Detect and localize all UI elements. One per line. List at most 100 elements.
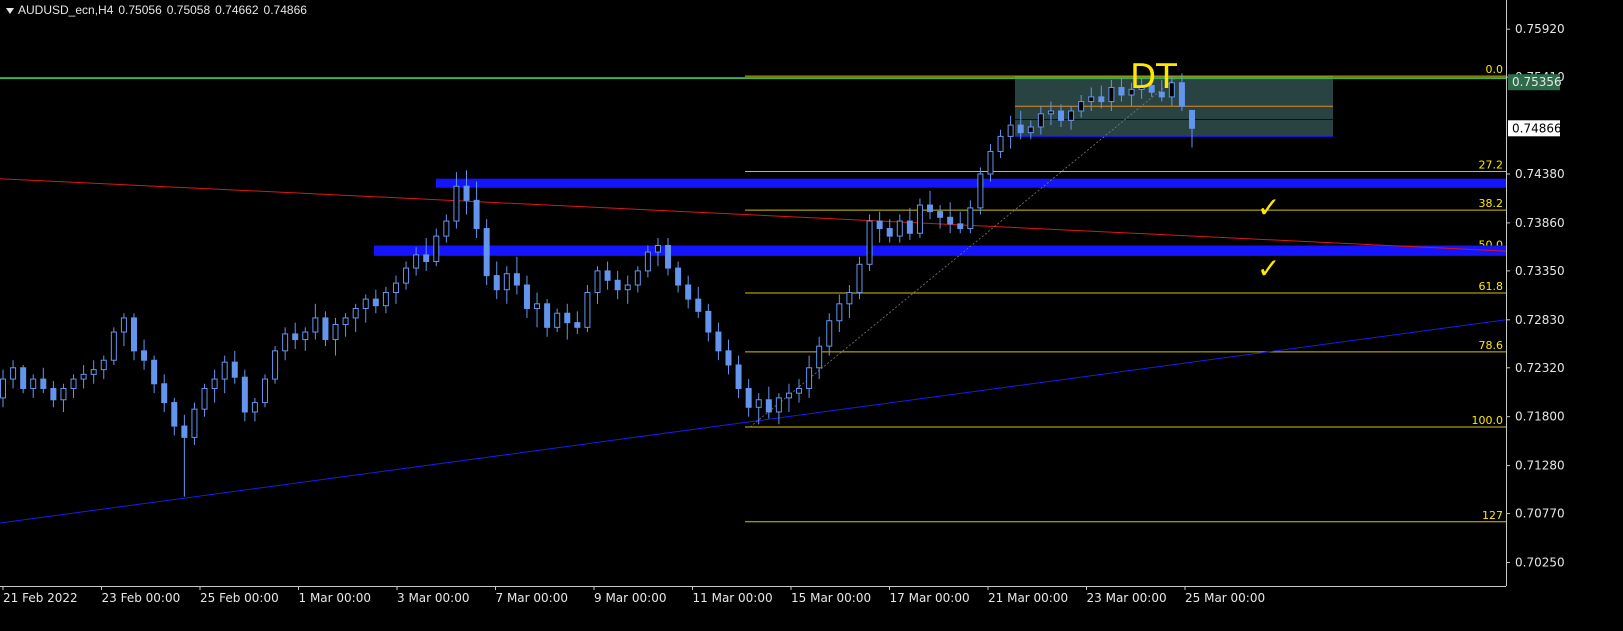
candle-body — [846, 292, 853, 305]
candle-body — [80, 373, 87, 380]
candle-body — [1108, 86, 1115, 103]
price-label-text: 0.75356 — [1512, 75, 1562, 89]
price-tick-label: 0.75920 — [1515, 22, 1565, 36]
candle-body — [977, 173, 984, 209]
candle-body — [1078, 101, 1085, 112]
price-tick-label: 0.74380 — [1515, 167, 1565, 181]
candle-body — [322, 317, 329, 341]
candle-body — [1037, 113, 1044, 128]
support-zone — [436, 178, 1506, 188]
candle-body — [241, 376, 248, 413]
candle-body — [604, 270, 611, 281]
candle-body — [564, 312, 571, 324]
candle-body — [50, 387, 57, 401]
candle-body — [1098, 96, 1105, 103]
candle-body — [534, 303, 541, 310]
candle-body — [947, 216, 954, 225]
time-tick-label: 21 Mar 00:00 — [988, 591, 1068, 605]
price-tick-label: 0.72830 — [1515, 313, 1565, 327]
time-tick-label: 9 Mar 00:00 — [594, 591, 667, 605]
candle-body — [785, 392, 792, 399]
time-tick-label: 1 Mar 00:00 — [299, 591, 372, 605]
candle-body — [403, 267, 410, 284]
price-tick-label: 0.70250 — [1515, 555, 1565, 569]
fib-level-label: 127 — [1482, 509, 1503, 522]
candle-body — [342, 317, 349, 326]
candle-body — [957, 223, 964, 230]
candle-body — [483, 228, 490, 277]
candle-body — [685, 284, 692, 300]
candle-body — [886, 228, 893, 237]
price-tick-label: 0.71800 — [1515, 410, 1565, 424]
dt-annotation: DT — [1130, 57, 1177, 97]
candle-body — [332, 324, 339, 341]
candle-body — [473, 199, 480, 230]
candle-body — [171, 402, 178, 427]
candle-body — [130, 317, 137, 352]
price-tick-label: 0.70770 — [1515, 507, 1565, 521]
candle-body — [20, 367, 27, 389]
fib-level-label: 61.8 — [1479, 280, 1504, 293]
candle-body — [584, 292, 591, 328]
fib-level-label: 78.6 — [1479, 339, 1504, 352]
fib-level-label: 0.0 — [1486, 63, 1504, 76]
candle-body — [654, 244, 661, 253]
candle-body — [503, 273, 510, 291]
candle-body — [916, 204, 923, 234]
candle-body — [413, 254, 420, 269]
time-tick-label: 11 Mar 00:00 — [693, 591, 773, 605]
candle-body — [826, 320, 833, 347]
candle-body — [665, 244, 672, 269]
candle-body — [715, 331, 722, 352]
time-tick-label: 17 Mar 00:00 — [890, 591, 970, 605]
candle-body — [927, 204, 934, 213]
candle-body — [856, 263, 863, 294]
candle-body — [544, 303, 551, 328]
candle-body — [554, 312, 561, 328]
candle-body — [261, 378, 268, 404]
time-tick-label: 23 Feb 00:00 — [102, 591, 181, 605]
candle-body — [816, 345, 823, 369]
candle-body — [1007, 124, 1014, 137]
candle-body — [443, 220, 450, 237]
candle-body — [382, 292, 389, 307]
candle-body — [392, 282, 399, 294]
candle-body — [463, 185, 470, 201]
candle-body — [775, 397, 782, 413]
checkmark-annotation: ✓ — [1257, 191, 1280, 224]
candle-body — [906, 220, 913, 234]
candle-body — [0, 378, 6, 399]
fib-level-label: 38.2 — [1479, 197, 1504, 210]
candle-body — [231, 361, 238, 378]
checkmark-annotation: ✓ — [1257, 252, 1280, 285]
price-tick-label: 0.72320 — [1515, 361, 1565, 375]
time-tick-label: 23 Mar 00:00 — [1087, 591, 1167, 605]
candle-body — [1047, 110, 1054, 115]
candle-body — [796, 387, 803, 394]
candle-body — [705, 310, 712, 333]
candle-body — [725, 350, 732, 366]
price-tick-label: 0.73350 — [1515, 264, 1565, 278]
candle-body — [624, 284, 631, 291]
candle-body — [1178, 82, 1185, 107]
candle-body — [151, 359, 158, 385]
candle-body — [362, 298, 369, 310]
candle-body — [251, 402, 258, 413]
candle-body — [997, 135, 1004, 152]
candle-body — [433, 235, 440, 262]
time-tick-label: 15 Mar 00:00 — [791, 591, 871, 605]
fib-level-label: 100.0 — [1472, 414, 1504, 427]
candle-body — [10, 367, 17, 380]
candle-body — [90, 369, 97, 375]
candle-body — [806, 367, 813, 389]
candle-body — [60, 387, 67, 401]
candle-body — [201, 387, 208, 410]
price-chart[interactable]: 0.759200.754100.743800.738600.733500.728… — [0, 0, 1623, 631]
candle-body — [272, 350, 279, 380]
time-tick-label: 7 Mar 00:00 — [496, 591, 569, 605]
candle-body — [614, 279, 621, 291]
time-tick-label: 3 Mar 00:00 — [397, 591, 470, 605]
candle-body — [372, 298, 379, 307]
candle-body — [493, 275, 500, 291]
candle-body — [312, 317, 319, 333]
